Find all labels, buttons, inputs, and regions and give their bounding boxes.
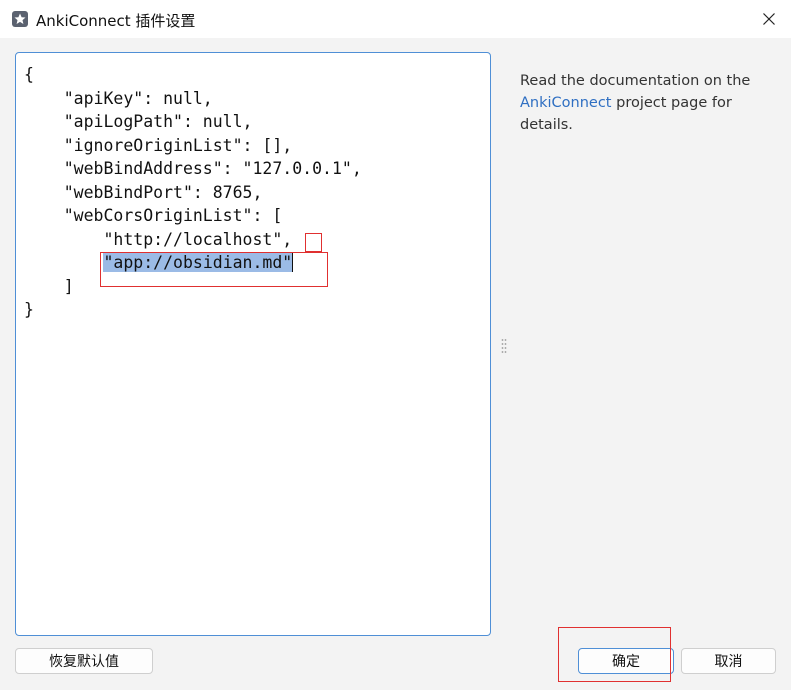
window-title: AnkiConnect 插件设置: [36, 12, 196, 30]
help-text: Read the documentation on the AnkiConnec…: [520, 70, 770, 136]
config-editor[interactable]: { "apiKey": null, "apiLogPath": null, "i…: [15, 52, 491, 636]
highlight-box-origin: [100, 252, 328, 287]
close-button[interactable]: [755, 6, 783, 32]
code-line: {: [24, 65, 34, 84]
close-icon: [763, 13, 775, 25]
splitter-handle[interactable]: [501, 338, 507, 354]
code-line: "webCorsOriginList": [: [24, 206, 283, 225]
title-bar: AnkiConnect 插件设置: [0, 0, 791, 38]
code-line: "webBindPort": 8765,: [24, 182, 263, 202]
anki-star-icon: [12, 11, 28, 27]
code-line: "apiLogPath": null,: [24, 112, 253, 131]
code-line: }: [24, 300, 34, 319]
restore-defaults-button[interactable]: 恢复默认值: [15, 648, 153, 674]
code-segment: "http://localhost": [24, 229, 283, 249]
cancel-button[interactable]: 取消: [681, 648, 776, 674]
code-line: "webBindAddress": "127.0.0.1",: [24, 159, 362, 178]
code-line: "ignoreOriginList": [],: [24, 135, 293, 155]
code-line: "apiKey": null,: [24, 88, 213, 108]
ankiconnect-link[interactable]: AnkiConnect: [520, 95, 612, 111]
grip-icon: [501, 339, 507, 353]
added-comma: ,: [282, 229, 293, 249]
highlight-box-ok: [558, 627, 671, 682]
help-text-before: Read the documentation on the: [520, 73, 751, 89]
highlight-box-comma: [305, 233, 322, 252]
